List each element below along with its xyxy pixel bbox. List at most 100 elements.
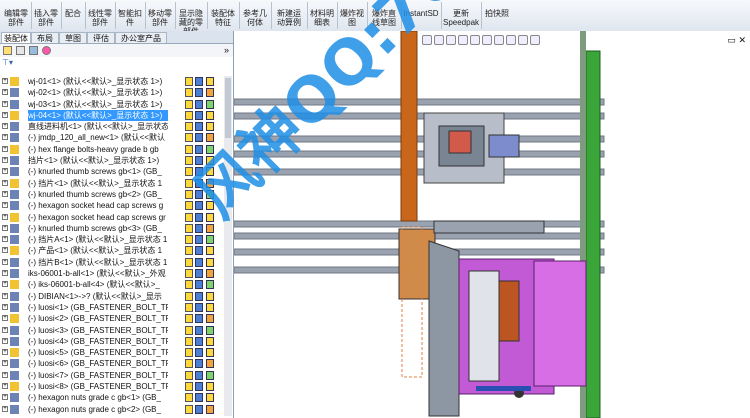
- view-settings-icon[interactable]: [530, 35, 540, 45]
- configuration-icon[interactable]: [185, 88, 193, 98]
- expand-icon[interactable]: +: [2, 258, 8, 265]
- configuration-icon[interactable]: [185, 404, 193, 414]
- display-state-icon[interactable]: [195, 336, 203, 346]
- expand-icon[interactable]: +: [2, 349, 8, 356]
- tree-row[interactable]: + (-) luosi<6> (GB_FASTENER_BOLT_TR: [0, 358, 233, 369]
- display-state-icon[interactable]: [195, 110, 203, 120]
- configuration-icon[interactable]: [185, 393, 193, 403]
- expand-icon[interactable]: +: [2, 123, 8, 130]
- display-state-icon[interactable]: [195, 393, 203, 403]
- display-manager-icon[interactable]: [42, 46, 51, 55]
- scene-icon[interactable]: [518, 35, 528, 45]
- appearance-icon[interactable]: [206, 257, 214, 267]
- expand-icon[interactable]: +: [2, 292, 8, 299]
- previous-view-icon[interactable]: [446, 35, 456, 45]
- expand-icon[interactable]: +: [2, 213, 8, 220]
- appearance-icon[interactable]: [206, 302, 214, 312]
- display-state-icon[interactable]: [195, 314, 203, 324]
- expand-icon[interactable]: +: [2, 281, 8, 288]
- ribbon-button-7[interactable]: 装配体 特征: [208, 0, 238, 31]
- expand-icon[interactable]: +: [2, 371, 8, 378]
- tree-row[interactable]: + (-) DIBIAN<1>->? (默认<<默认>_显示: [0, 291, 233, 302]
- display-state-icon[interactable]: [195, 370, 203, 380]
- ribbon-button-1[interactable]: 插入零 部件: [32, 0, 60, 31]
- configuration-icon[interactable]: [185, 359, 193, 369]
- configuration-icon[interactable]: [185, 336, 193, 346]
- appearance-icon[interactable]: [206, 325, 214, 335]
- display-state-icon[interactable]: [195, 99, 203, 109]
- tree-row[interactable]: + (-) hexagon nuts grade c gb<2> (GB_: [0, 404, 233, 415]
- tree-row[interactable]: + (-) luosi<7> (GB_FASTENER_BOLT_TR: [0, 370, 233, 381]
- configuration-icon[interactable]: [185, 280, 193, 290]
- configuration-icon[interactable]: [185, 133, 193, 143]
- appearance-icon[interactable]: [206, 393, 214, 403]
- expand-icon[interactable]: +: [2, 111, 8, 118]
- tab-1[interactable]: 布局: [31, 32, 59, 43]
- appearance-icon[interactable]: [206, 359, 214, 369]
- display-state-icon[interactable]: [195, 212, 203, 222]
- display-style-icon[interactable]: [482, 35, 492, 45]
- configuration-icon[interactable]: [185, 291, 193, 301]
- display-state-icon[interactable]: [195, 348, 203, 358]
- tab-0[interactable]: 装配体: [1, 32, 31, 43]
- expand-icon[interactable]: +: [2, 224, 8, 231]
- tree-row[interactable]: + (-) luosi<1> (GB_FASTENER_BOLT_TR: [0, 302, 233, 313]
- expand-icon[interactable]: +: [2, 405, 8, 412]
- display-state-icon[interactable]: [195, 223, 203, 233]
- appearance-icon[interactable]: [206, 88, 214, 98]
- ribbon-button-5[interactable]: 移动零 部件: [146, 0, 174, 31]
- appearance-icon[interactable]: [206, 99, 214, 109]
- ribbon-button-0[interactable]: 编辑零 部件: [2, 0, 30, 31]
- configuration-icon[interactable]: [185, 201, 193, 211]
- appearance-icon[interactable]: [206, 235, 214, 245]
- expand-icon[interactable]: +: [2, 157, 8, 164]
- display-state-icon[interactable]: [195, 280, 203, 290]
- display-state-icon[interactable]: [195, 269, 203, 279]
- expand-icon[interactable]: +: [2, 315, 8, 322]
- display-state-icon[interactable]: [195, 302, 203, 312]
- appearance-icon[interactable]: [206, 348, 214, 358]
- configuration-icon[interactable]: [185, 110, 193, 120]
- section-view-icon[interactable]: [458, 35, 468, 45]
- hide-show-icon[interactable]: [494, 35, 504, 45]
- appearance-icon[interactable]: [206, 269, 214, 279]
- appearance-icon[interactable]: [206, 223, 214, 233]
- appearance-icon[interactable]: [206, 336, 214, 346]
- tree-row[interactable]: + (-) luosi<4> (GB_FASTENER_BOLT_TR: [0, 336, 233, 347]
- appearance-icon[interactable]: [206, 77, 214, 86]
- tree-row[interactable]: + wj-04<1> (默认<<默认>_显示状态 1>): [0, 109, 233, 121]
- expand-icon[interactable]: +: [2, 394, 8, 401]
- ribbon-button-8[interactable]: 参考几 何体: [240, 0, 270, 31]
- display-state-icon[interactable]: [195, 88, 203, 98]
- configuration-icon[interactable]: [185, 77, 193, 86]
- expand-icon[interactable]: +: [2, 270, 8, 277]
- ribbon-button-4[interactable]: 智能扣 件: [116, 0, 144, 31]
- tree-row[interactable]: + wj-01<1> (默认<<默认>_显示状态 1>): [0, 76, 233, 87]
- tree-row[interactable]: + iks-06001-b-all<1> (默认<<默认>_外观: [0, 268, 233, 279]
- zoom-area-icon[interactable]: [434, 35, 444, 45]
- expand-icon[interactable]: +: [2, 134, 8, 141]
- filter-toggle[interactable]: ⊤▾: [2, 58, 172, 68]
- configuration-icon[interactable]: [185, 314, 193, 324]
- display-state-icon[interactable]: [195, 246, 203, 256]
- appearance-icon[interactable]: [206, 246, 214, 256]
- expand-icon[interactable]: +: [2, 89, 8, 96]
- appearance-icon[interactable]: [206, 314, 214, 324]
- configuration-icon[interactable]: [185, 99, 193, 109]
- tree-row[interactable]: + (-) luosi<8> (GB_FASTENER_BOLT_TR: [0, 381, 233, 392]
- expand-icon[interactable]: +: [2, 202, 8, 209]
- display-state-icon[interactable]: [195, 359, 203, 369]
- tree-row[interactable]: + (-) hexagon socket head cap screws gr: [0, 212, 233, 223]
- configuration-icon[interactable]: [185, 382, 193, 392]
- configuration-icon[interactable]: [185, 325, 193, 335]
- configuration-icon[interactable]: [185, 269, 193, 279]
- assembly-icon[interactable]: [3, 46, 12, 55]
- expand-icon[interactable]: +: [2, 383, 8, 390]
- expand-arrow-icon[interactable]: »: [224, 45, 229, 55]
- tree-row[interactable]: + 直线进料机<1> (默认<<默认>_显示状态 1: [0, 121, 233, 132]
- expand-icon[interactable]: +: [2, 168, 8, 175]
- appearance-icon[interactable]: [206, 370, 214, 380]
- expand-icon[interactable]: +: [2, 247, 8, 254]
- appearance-icon[interactable]: [206, 404, 214, 414]
- display-state-icon[interactable]: [195, 122, 203, 132]
